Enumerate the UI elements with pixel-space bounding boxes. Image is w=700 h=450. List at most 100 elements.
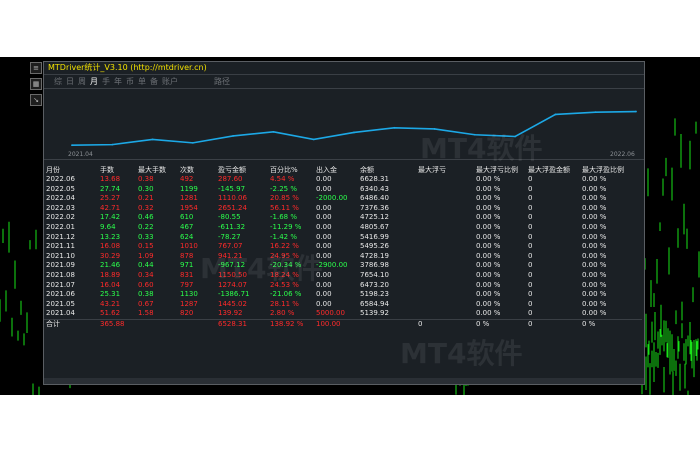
cell-max-float-loss-ratio: 0.00 %	[476, 203, 501, 212]
panel-title: MTDriver统计_V3.10 (http://mtdriver.cn)	[44, 62, 644, 75]
table-row[interactable]: 2021.05 43.21 0.67 1287 1445.02 28.11 % 0.00 65…	[44, 300, 642, 310]
equity-point	[393, 126, 396, 129]
header-profit[interactable]: 盈亏金额	[216, 165, 268, 175]
table-row[interactable]: 2022.01 9.64 0.22 467 -611.32 -11.29 % 0.00 480…	[44, 223, 642, 233]
cell-percent: 20.85 %	[270, 194, 299, 203]
tab-notes[interactable]: 备	[150, 76, 158, 87]
cell-max-float-loss-ratio: 0.00 %	[476, 280, 501, 289]
cell-balance: 4728.19	[360, 251, 389, 260]
table-row[interactable]: 2021.04 51.62 1.58 820 139.92 2.80 % 5000.00 51…	[44, 309, 642, 319]
cell-percent: 56.11 %	[270, 203, 299, 212]
table-row[interactable]: 2021.07 16.04 0.60 797 1274.07 24.53 % 0.00 647…	[44, 281, 642, 291]
cell-max-float-profit-ratio: 0.00 %	[582, 242, 607, 251]
cell-lots: 13.68	[100, 175, 121, 183]
toolbar-arrow-icon[interactable]: ↘	[30, 94, 42, 106]
cell-max-lots: 1.58	[138, 309, 154, 318]
cell-max-lots: 0.44	[138, 261, 154, 270]
graph-start-label: 2021.04	[68, 151, 93, 158]
cell-trades: 624	[180, 232, 194, 241]
cell-percent: 2.80 %	[270, 309, 295, 318]
tab-year[interactable]: 年	[114, 76, 122, 87]
cell-month: 2022.02	[46, 213, 75, 222]
equity-point	[111, 143, 114, 146]
toolbar-grid-icon[interactable]: ▦	[30, 78, 42, 90]
cell-balance: 5139.92	[360, 309, 389, 318]
header-trades[interactable]: 次数	[178, 165, 216, 175]
stats-panel[interactable]: MTDriver统计_V3.10 (http://mtdriver.cn) 综 …	[43, 61, 645, 385]
cell-max-float-profit: 0	[528, 242, 533, 251]
cell-max-float-loss	[416, 290, 474, 300]
table-row[interactable]: 2021.08 18.89 0.34 831 1150.50 18.24 % 0.00 765…	[44, 271, 642, 281]
cell-balance: 5198.23	[360, 290, 389, 299]
equity-point	[232, 135, 235, 137]
cell-max-float-loss	[416, 213, 474, 223]
cell-balance: 4725.12	[360, 213, 389, 222]
equity-point	[191, 141, 194, 144]
tab-currency[interactable]: 币	[126, 76, 134, 87]
cell-month: 2022.04	[46, 194, 75, 203]
header-deposit[interactable]: 出入金	[314, 165, 358, 175]
cell-max-float-loss-ratio: 0.00 %	[476, 232, 501, 241]
cell-month: 2021.12	[46, 232, 75, 241]
toolbar-menu-icon[interactable]: ≡	[30, 62, 42, 74]
table-row[interactable]: 2022.03 42.71 0.32 1954 2651.24 56.11 % 0.00 73…	[44, 204, 642, 214]
tab-lots[interactable]: 手	[102, 76, 110, 87]
header-balance[interactable]: 余额	[358, 165, 416, 175]
cell-trades: 1130	[180, 290, 198, 299]
cell-max-lots: 0.60	[138, 280, 154, 289]
tab-month[interactable]: 月	[90, 76, 98, 87]
cell-max-lots: 0.15	[138, 242, 154, 251]
cell-lots: 25.27	[100, 194, 121, 203]
tab-week[interactable]: 周	[78, 76, 86, 87]
cell-max-float-loss-ratio: 0.00 %	[476, 194, 501, 203]
equity-point	[635, 110, 637, 113]
horizontal-scrollbar[interactable]	[44, 378, 644, 384]
header-lots[interactable]: 手数	[98, 165, 136, 175]
cell-trades: 467	[180, 222, 194, 231]
table-row[interactable]: 2021.10 30.29 1.09 878 941.21 24.95 % 0.00 4728…	[44, 252, 642, 262]
cell-max-lots: 0.22	[138, 222, 154, 231]
table-row[interactable]: 2021.06 25.31 0.38 1130 -1386.71 -21.06 % 0.00…	[44, 290, 642, 300]
header-max-lots[interactable]: 最大手数	[136, 165, 178, 175]
cell-lots: 27.74	[100, 184, 121, 193]
header-max-float-profit-ratio[interactable]: 最大浮盈比例	[580, 165, 642, 175]
table-row[interactable]: 2022.06 13.68 0.38 492 287.60 4.54 % 0.00 6628.…	[44, 175, 642, 185]
tab-day[interactable]: 日	[66, 76, 74, 87]
header-month[interactable]: 月份	[44, 165, 98, 175]
cell-max-float-profit-ratio: 0.00 %	[582, 213, 607, 222]
cell-max-float-loss	[416, 261, 474, 271]
cell-max-lots: 0.33	[138, 232, 154, 241]
equity-point	[312, 138, 315, 141]
total-profit: 6528.31	[216, 318, 268, 330]
cell-max-float-profit: 0	[528, 309, 533, 318]
cell-profit: -1386.71	[218, 290, 250, 299]
table-row[interactable]: 2022.05 27.74 0.30 1199 -145.97 -2.25 % 0.00 63…	[44, 185, 642, 195]
cell-profit: 139.92	[218, 309, 243, 318]
cell-balance: 5416.99	[360, 232, 389, 241]
cell-trades: 492	[180, 175, 194, 183]
cell-max-float-loss-ratio: 0.00 %	[476, 184, 501, 193]
cell-deposit: 0.00	[316, 184, 332, 193]
total-max-float-loss: 0	[416, 318, 474, 330]
cell-balance: 6340.43	[360, 184, 389, 193]
cell-lots: 18.89	[100, 270, 121, 279]
cell-deposit: 0.00	[316, 213, 332, 222]
cell-balance: 7654.10	[360, 270, 389, 279]
tab-overview[interactable]: 综	[54, 76, 62, 87]
tab-path[interactable]: 路径	[214, 76, 230, 87]
chart-area[interactable]: ≡ ▦ ↘ MTDriver统计_V3.10 (http://mtdriver.…	[0, 57, 700, 395]
cell-month: 2021.06	[46, 290, 75, 299]
table-row[interactable]: 2021.11 16.08 0.15 1010 767.07 16.22 % 0.00 549…	[44, 242, 642, 252]
cell-max-float-loss	[416, 242, 474, 252]
total-percent: 138.92 %	[268, 318, 314, 330]
table-row[interactable]: 2022.04 25.27 0.21 1281 1110.06 20.85 % -2000.…	[44, 194, 642, 204]
tab-orders[interactable]: 单	[138, 76, 146, 87]
table-row[interactable]: 2021.12 13.23 0.33 624 -78.27 -1.42 % 0.00 5416…	[44, 233, 642, 243]
table-row[interactable]: 2021.09 21.46 0.44 971 -967.12 -20.34 % -2900.…	[44, 261, 642, 271]
cell-max-float-profit-ratio: 0.00 %	[582, 184, 607, 193]
header-percent[interactable]: 百分比%	[268, 165, 314, 175]
equity-graph: 2021.04 2022.06	[44, 88, 644, 160]
cell-lots: 42.71	[100, 203, 121, 212]
table-row[interactable]: 2022.02 17.42 0.46 610 -80.55 -1.68 % 0.00 4725…	[44, 213, 642, 223]
tab-account[interactable]: 账户	[162, 76, 178, 87]
